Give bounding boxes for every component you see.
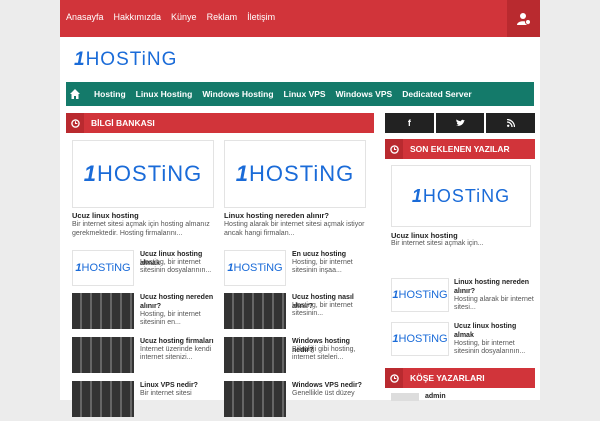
article-thumbnail[interactable]: 1HOSTiNG <box>72 250 134 286</box>
article-card[interactable]: 1HOSTiNG Ucuz linux hosting Bir internet… <box>72 140 214 238</box>
article-thumbnail[interactable]: 1HOSTiNG <box>224 250 286 286</box>
server-thumbnail[interactable] <box>72 381 134 417</box>
list-item[interactable]: Windows hosting nedir? Bilindiği gibi ho… <box>224 337 372 377</box>
top-nav-anasayfa[interactable]: Anasayfa <box>66 12 104 22</box>
nav-linux-vps[interactable]: Linux VPS <box>284 89 326 99</box>
list-item[interactable]: Windows VPS nedir? Genellikle üst düzey <box>224 381 372 421</box>
user-icon <box>516 12 531 25</box>
nav-hosting[interactable]: Hosting <box>94 89 126 99</box>
list-item[interactable]: 1HOSTiNG En ucuz hosting Hosting, bir in… <box>224 250 372 290</box>
article-image[interactable]: 1HOSTiNG <box>72 140 214 208</box>
article-image[interactable]: 1HOSTiNG <box>391 165 531 227</box>
server-thumbnail[interactable] <box>72 337 134 373</box>
section-heading: BİLGİ BANKASI <box>66 113 374 133</box>
clock-icon <box>385 139 403 159</box>
article-title[interactable]: Ucuz linux hosting <box>72 211 214 220</box>
list-item[interactable]: Linux VPS nedir? Bir internet sitesi <box>72 381 220 421</box>
top-nav-reklam[interactable]: Reklam <box>207 12 238 22</box>
page-wrapper: Anasayfa Hakkımızda Künye Reklam İletişi… <box>60 0 540 417</box>
section-heading: SON EKLENEN YAZILAR <box>385 139 535 159</box>
main-nav: Hosting Linux Hosting Windows Hosting Li… <box>66 82 534 106</box>
clock-icon <box>66 113 84 133</box>
list-item[interactable]: 1HOSTiNG Linux hosting nereden alınır? H… <box>385 278 535 326</box>
article-image[interactable]: 1HOSTiNG <box>224 140 366 208</box>
server-thumbnail[interactable] <box>224 293 286 329</box>
top-nav-kunye[interactable]: Künye <box>171 12 197 22</box>
article-title[interactable]: Linux hosting nereden alınır? <box>224 211 366 220</box>
nav-dedicated-server[interactable]: Dedicated Server <box>402 89 471 99</box>
sidebar: f SON EKLENEN YAZILAR 1HOSTiNG Ucuz linu… <box>385 113 536 401</box>
list-item[interactable]: Ucuz hosting firmaları İnternet üzerinde… <box>72 337 220 377</box>
clock-icon <box>385 368 403 388</box>
server-thumbnail[interactable] <box>224 337 286 373</box>
knowledge-base-section: BİLGİ BANKASI 1HOSTiNG Ucuz linux hostin… <box>66 113 374 417</box>
nav-windows-hosting[interactable]: Windows Hosting <box>202 89 273 99</box>
nav-windows-vps[interactable]: Windows VPS <box>336 89 393 99</box>
article-thumbnail[interactable]: 1HOSTiNG <box>391 322 449 356</box>
site-logo[interactable]: 1HOSTiNG <box>74 49 177 71</box>
user-login-button[interactable] <box>507 0 540 37</box>
article-excerpt: Bir internet sitesi açmak için hosting a… <box>72 221 210 237</box>
list-item[interactable]: Ucuz hosting nasıl alınır? Hosting, bir … <box>224 293 372 333</box>
top-nav-hakkimizda[interactable]: Hakkımızda <box>114 12 162 22</box>
nav-linux-hosting[interactable]: Linux Hosting <box>136 89 193 99</box>
article-excerpt: Hosting alarak bir internet sitesi açmak… <box>224 221 365 237</box>
featured-article[interactable]: 1HOSTiNG Ucuz linux hosting Bir internet… <box>391 165 531 247</box>
top-bar: Anasayfa Hakkımızda Künye Reklam İletişi… <box>60 0 540 37</box>
list-item[interactable]: 1HOSTiNG Ucuz linux hosting almak Hostin… <box>385 322 535 370</box>
home-icon <box>70 89 80 99</box>
server-thumbnail[interactable] <box>72 293 134 329</box>
facebook-icon[interactable]: f <box>385 113 434 133</box>
section-heading: KÖŞE YAZARLARI <box>385 368 535 388</box>
home-button[interactable] <box>66 82 84 106</box>
article-thumbnail[interactable]: 1HOSTiNG <box>391 278 449 312</box>
top-nav-iletisim[interactable]: İletişim <box>247 12 275 22</box>
twitter-icon[interactable] <box>435 113 485 133</box>
rss-icon[interactable] <box>486 113 536 133</box>
list-item[interactable]: 1HOSTiNG Ucuz linux hosting almak Hostin… <box>72 250 220 290</box>
article-excerpt: Bir internet sitesi açmak için... <box>391 240 484 247</box>
author-name[interactable]: admin <box>425 393 446 400</box>
list-item[interactable]: Ucuz hosting nereden alınır? Hosting, bi… <box>72 293 220 333</box>
server-thumbnail[interactable] <box>224 381 286 417</box>
article-title[interactable]: Ucuz linux hosting <box>391 231 531 240</box>
header: 1HOSTiNG <box>60 37 540 82</box>
article-card[interactable]: 1HOSTiNG Linux hosting nereden alınır? H… <box>224 140 366 238</box>
top-nav: Anasayfa Hakkımızda Künye Reklam İletişi… <box>66 12 275 22</box>
social-bar: f <box>385 113 536 133</box>
